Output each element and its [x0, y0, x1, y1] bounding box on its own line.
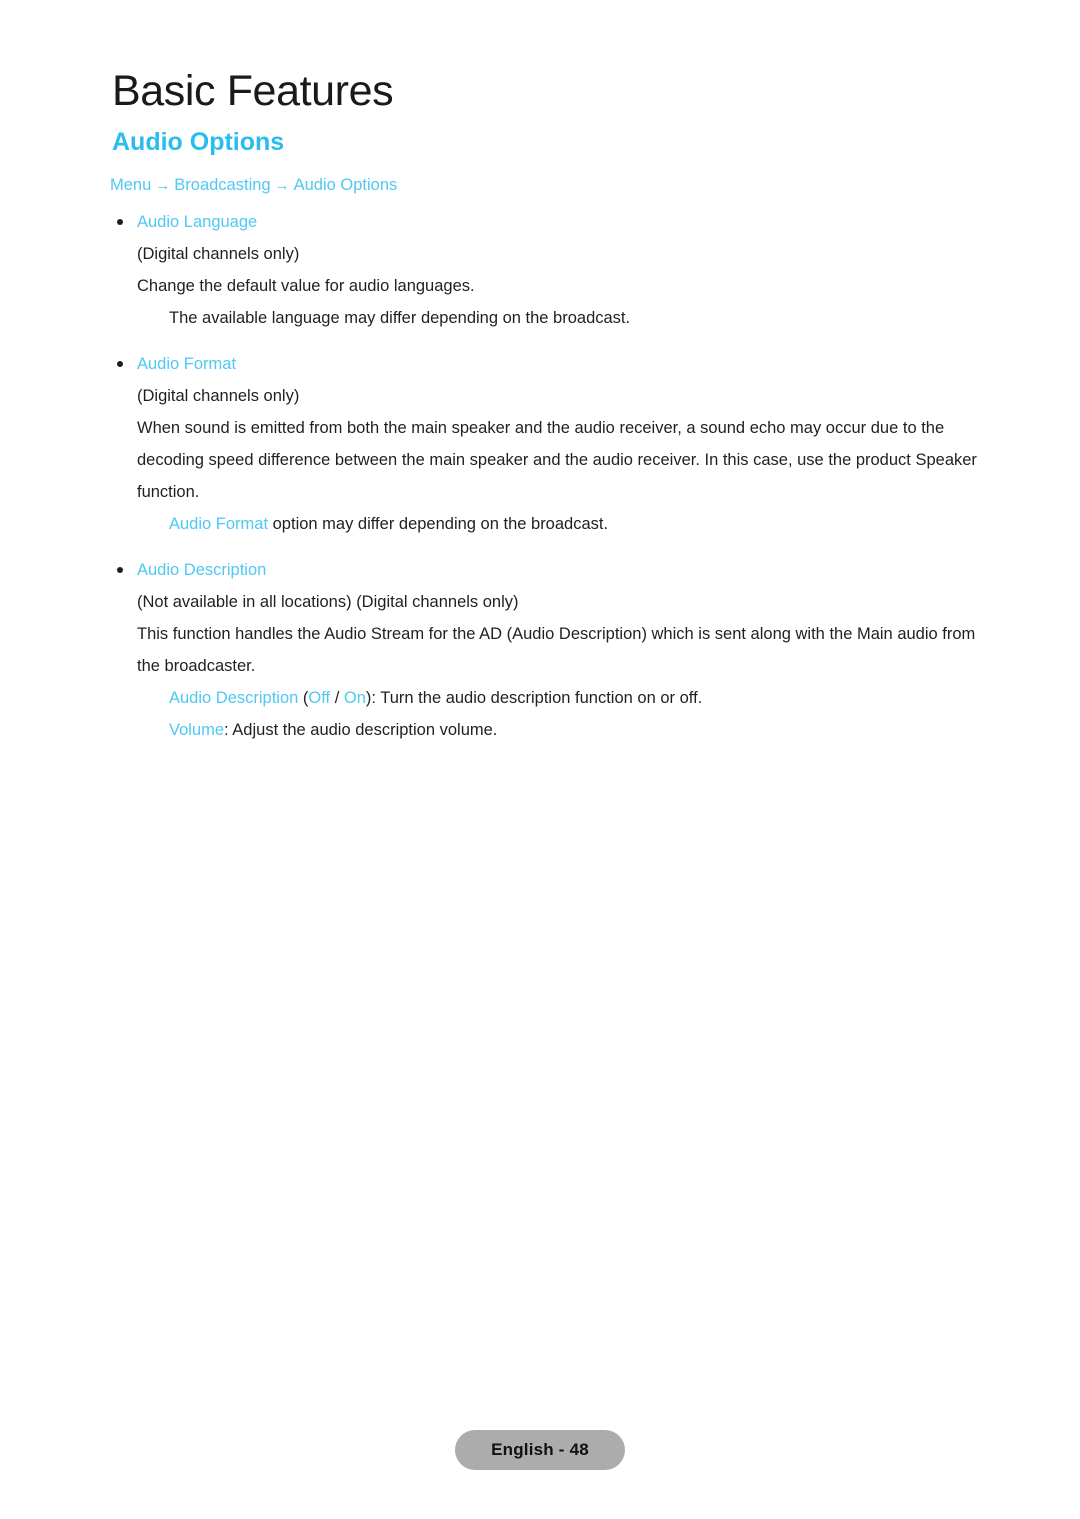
- breadcrumb-item[interactable]: Broadcasting: [174, 176, 270, 194]
- option-paragraph: (Not available in all locations) (Digita…: [137, 593, 519, 611]
- chapter-title: Basic Features: [112, 67, 394, 115]
- option-heading: Audio Format: [112, 348, 992, 380]
- option-paragraph: (Digital channels only): [137, 387, 300, 405]
- breadcrumb-item[interactable]: Audio Options: [294, 176, 398, 194]
- breadcrumb-arrow-icon: →: [155, 177, 171, 194]
- option-heading-label: Audio Description: [137, 561, 267, 579]
- option-heading-label: Audio Format: [137, 355, 237, 373]
- option-paragraph: (Digital channels only): [137, 245, 300, 263]
- inline-text: : Adjust the audio description volume.: [224, 721, 498, 739]
- inline-option-term: Volume: [169, 721, 225, 739]
- breadcrumb-arrow-icon: →: [274, 177, 290, 194]
- content-body: Audio Language (Digital channels only) Cha…: [112, 206, 992, 746]
- page-number-label: English - 48: [491, 1440, 589, 1459]
- inline-text: ): Turn the audio description function o…: [365, 689, 703, 707]
- option-note: Audio Description (Off / On): Turn the a…: [112, 682, 992, 714]
- option-note: The available language may differ depend…: [169, 309, 631, 327]
- bullet-dot-icon: [117, 361, 123, 367]
- option-heading: Audio Description: [112, 554, 992, 586]
- section-title: Audio Options: [112, 128, 285, 156]
- option-note: Audio Format option may differ depending…: [112, 508, 992, 540]
- option-note: Volume: Adjust the audio description vol…: [112, 714, 992, 746]
- bullet-dot-icon: [117, 567, 123, 573]
- manual-page: Basic Features Audio Options Menu → Broadc…: [0, 0, 1080, 1519]
- inline-text: (: [298, 689, 309, 707]
- option-heading: Audio Language: [112, 206, 992, 238]
- page-number-badge: English - 48: [455, 1430, 625, 1470]
- inline-text: option may differ depending on the broad…: [268, 515, 609, 533]
- inline-text: /: [330, 689, 344, 707]
- inline-option-term: Audio Description: [169, 689, 299, 707]
- inline-option-term: On: [343, 689, 366, 707]
- option-paragraph: Change the default value for audio langu…: [137, 277, 475, 295]
- breadcrumb-item[interactable]: Menu: [110, 176, 151, 194]
- option-paragraph: This function handles the Audio Stream f…: [137, 625, 976, 675]
- breadcrumb: Menu → Broadcasting → Audio Options: [110, 176, 397, 196]
- inline-option-term: Off: [308, 689, 331, 707]
- inline-option-term: Audio Format: [169, 515, 269, 533]
- bullet-dot-icon: [117, 219, 123, 225]
- option-paragraph: When sound is emitted from both the main…: [137, 419, 977, 501]
- option-heading-label: Audio Language: [137, 213, 258, 231]
